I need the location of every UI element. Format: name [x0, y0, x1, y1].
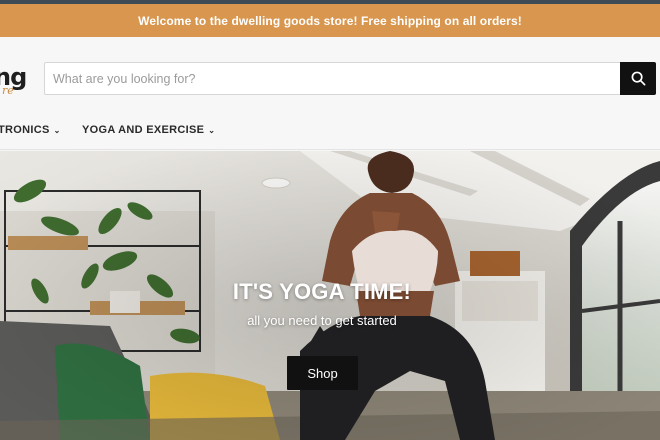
hero-subtitle: all you need to get started	[247, 313, 397, 328]
nav-item-yoga-and-exercise[interactable]: YOGA AND EXERCISE ⌄	[82, 124, 215, 136]
search-input[interactable]	[45, 63, 621, 94]
chevron-down-icon: ⌄	[53, 125, 61, 135]
search-icon	[631, 71, 645, 86]
hero-text: IT'S YOGA TIME! all you need to get star…	[212, 279, 432, 328]
nav-item-label: YOGA AND EXERCISE	[82, 124, 205, 136]
nav-item-electronics[interactable]: TRONICS ⌄	[0, 124, 61, 136]
search-bar	[44, 62, 656, 95]
store-logo[interactable]: ng re	[0, 63, 30, 103]
chevron-down-icon: ⌄	[208, 125, 216, 135]
site-header: ng re	[0, 37, 660, 114]
hero-banner: IT'S YOGA TIME! all you need to get star…	[0, 151, 660, 440]
shop-button[interactable]: Shop	[287, 356, 358, 390]
main-nav: TRONICS ⌄ YOGA AND EXERCISE ⌄	[0, 114, 660, 150]
announcement-bar: Welcome to the dwelling goods store! Fre…	[0, 4, 660, 37]
announcement-text: Welcome to the dwelling goods store! Fre…	[138, 13, 522, 28]
hero-title: IT'S YOGA TIME!	[232, 279, 412, 304]
nav-item-label: TRONICS	[0, 124, 50, 136]
logo-tagline: re	[2, 84, 14, 97]
search-button[interactable]	[620, 62, 656, 95]
